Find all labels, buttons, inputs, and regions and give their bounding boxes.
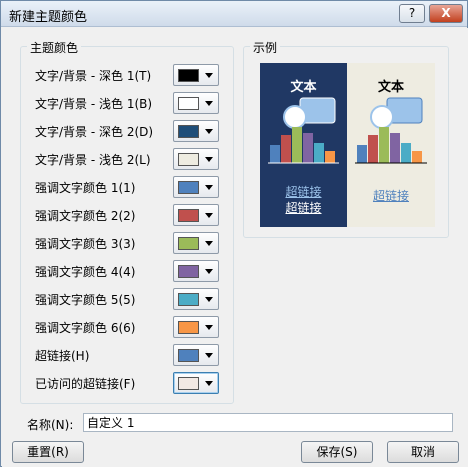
close-button[interactable]: X (429, 4, 463, 23)
color-picker-button[interactable] (173, 372, 219, 394)
color-swatch (178, 377, 199, 390)
color-picker-button[interactable] (173, 148, 219, 170)
dialog-body: 主题颜色 文字/背景 - 深色 1(T) 文字/背景 - 浅色 1(B) 文字/背景… (2, 28, 468, 467)
color-swatch (178, 321, 199, 334)
dropdown-arrow-icon (205, 185, 213, 190)
dark-sample-panel: 文本 超链接 超链接 (260, 63, 347, 227)
sample-bar (357, 145, 367, 163)
theme-color-label: 强调文字颜色 1(1) (35, 181, 136, 195)
color-swatch (178, 153, 199, 166)
dropdown-arrow-icon (205, 157, 213, 162)
dropdown-arrow-icon (205, 325, 213, 330)
sample-bar (314, 143, 324, 163)
dark-sample-graphics (268, 97, 339, 164)
sample-bar (281, 135, 291, 163)
color-swatch (178, 69, 199, 82)
color-picker-button[interactable] (173, 92, 219, 114)
sample-bar (379, 127, 389, 163)
dropdown-arrow-icon (205, 269, 213, 274)
color-picker-button[interactable] (173, 316, 219, 338)
color-picker-button[interactable] (173, 260, 219, 282)
color-swatch (178, 237, 199, 250)
color-swatch (178, 209, 199, 222)
color-swatch (178, 293, 199, 306)
theme-color-label: 文字/背景 - 浅色 1(B) (35, 97, 153, 111)
light-sample-bars (357, 127, 422, 163)
dark-sample-visited-link: 超链接 (285, 201, 322, 215)
sample-bar (401, 143, 411, 163)
theme-colors-group-title: 主题颜色 (27, 39, 82, 56)
color-swatch (178, 181, 199, 194)
sample-bar (368, 135, 378, 163)
dropdown-arrow-icon (205, 213, 213, 218)
color-picker-button[interactable] (173, 204, 219, 226)
shape-circle (283, 105, 307, 129)
name-label: 名称(N): (27, 418, 74, 432)
save-button[interactable]: 保存(S) (301, 441, 373, 463)
color-swatch (178, 125, 199, 138)
name-input[interactable] (83, 413, 453, 432)
light-sample-link: 超链接 (372, 189, 409, 203)
title-bar: 新建主题颜色 ? X (1, 1, 467, 27)
color-swatch (178, 349, 199, 362)
color-picker-button[interactable] (173, 120, 219, 142)
color-picker-button[interactable] (173, 232, 219, 254)
color-picker-button[interactable] (173, 288, 219, 310)
sample-bar (390, 133, 400, 163)
theme-color-label: 强调文字颜色 6(6) (35, 321, 136, 335)
dropdown-arrow-icon (205, 129, 213, 134)
dark-sample-heading: 文本 (290, 80, 317, 95)
sample-bar (292, 127, 302, 163)
dropdown-arrow-icon (205, 73, 213, 78)
reset-button[interactable]: 重置(R) (12, 441, 84, 463)
dropdown-arrow-icon (205, 101, 213, 106)
color-picker-button[interactable] (173, 176, 219, 198)
dropdown-arrow-icon (205, 241, 213, 246)
color-swatch (178, 97, 199, 110)
sample-preview: 文本 超链接 超链接 文本 超链接 (260, 63, 435, 227)
dropdown-arrow-icon (205, 297, 213, 302)
theme-color-label: 强调文字颜色 2(2) (35, 209, 136, 223)
color-swatch (178, 265, 199, 278)
theme-color-label: 文字/背景 - 浅色 2(L) (35, 153, 151, 167)
sample-bar (270, 145, 280, 163)
shape-circle (370, 105, 394, 129)
new-theme-colors-dialog: 新建主题颜色 ? X 主题颜色 文字/背景 - 深色 1(T) 文字/背景 - 浅… (0, 0, 468, 467)
color-picker-button[interactable] (173, 344, 219, 366)
dropdown-arrow-icon (205, 381, 213, 386)
theme-color-label: 已访问的超链接(F) (35, 377, 136, 391)
sample-bar (325, 151, 335, 163)
sample-bar (303, 133, 313, 163)
theme-color-label: 强调文字颜色 3(3) (35, 237, 136, 251)
dropdown-arrow-icon (205, 353, 213, 358)
cancel-button[interactable]: 取消 (387, 441, 459, 463)
sample-group-title: 示例 (250, 39, 281, 56)
theme-color-label: 强调文字颜色 4(4) (35, 265, 136, 279)
sample-bar (412, 151, 422, 163)
light-sample-heading: 文本 (377, 80, 404, 95)
dialog-title: 新建主题颜色 (9, 10, 88, 25)
theme-color-label: 文字/背景 - 深色 1(T) (35, 69, 152, 83)
dark-sample-bars (270, 127, 335, 163)
light-sample-graphics (355, 97, 427, 164)
theme-color-label: 文字/背景 - 深色 2(D) (35, 125, 154, 139)
help-button[interactable]: ? (399, 4, 425, 23)
light-sample-panel: 文本 超链接 (347, 63, 435, 227)
theme-color-label: 超链接(H) (35, 349, 90, 363)
color-picker-button[interactable] (173, 64, 219, 86)
dark-sample-link: 超链接 (285, 185, 322, 199)
theme-color-label: 强调文字颜色 5(5) (35, 293, 136, 307)
